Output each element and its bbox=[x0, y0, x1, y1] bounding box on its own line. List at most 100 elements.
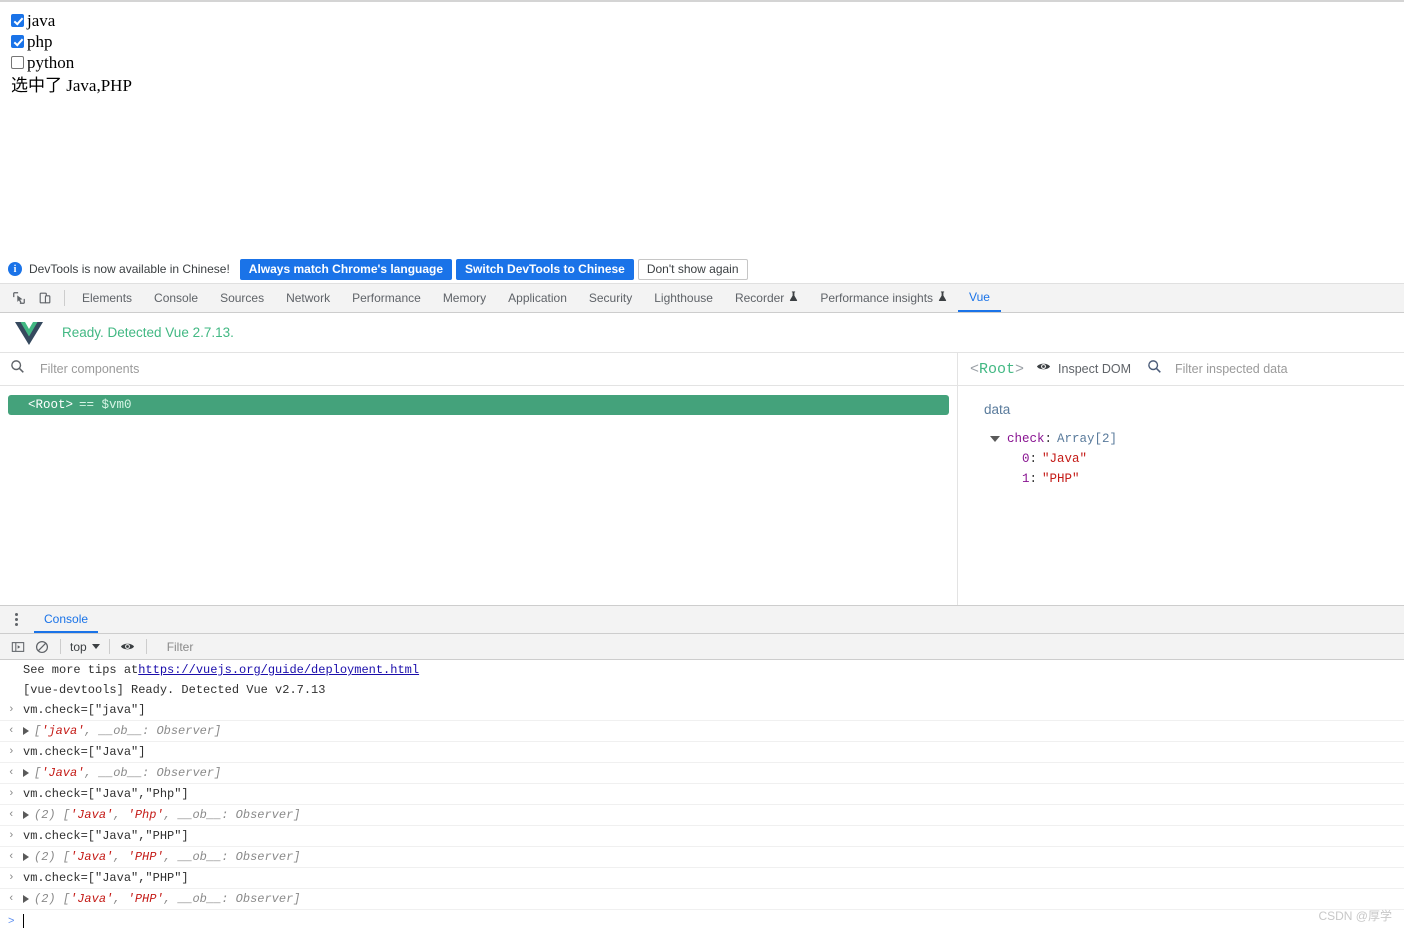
experimental-flask-icon bbox=[938, 284, 947, 312]
console-prompt-row[interactable]: > bbox=[0, 910, 1404, 931]
tab-memory[interactable]: Memory bbox=[432, 284, 497, 312]
console-output-message: ‹ ['Java', __ob__: Observer] bbox=[0, 763, 1404, 784]
drawer-tab-strip: Console bbox=[0, 606, 1404, 634]
vue-ready-status: Ready. Detected Vue 2.7.13. bbox=[62, 325, 234, 340]
execution-context-selector[interactable]: top bbox=[67, 640, 103, 654]
console-filter-input[interactable] bbox=[164, 638, 465, 655]
inspector-entry-check[interactable]: check: Array[2] bbox=[984, 429, 1404, 449]
tab-performance[interactable]: Performance bbox=[341, 284, 432, 312]
console-message-list: See more tips at https://vuejs.org/guide… bbox=[0, 660, 1404, 910]
tab-recorder[interactable]: Recorder bbox=[724, 284, 809, 312]
inspect-element-icon[interactable] bbox=[6, 286, 32, 310]
tab-elements[interactable]: Elements bbox=[71, 284, 143, 312]
console-output-message: ‹ (2) ['Java', 'Php', __ob__: Observer] bbox=[0, 805, 1404, 826]
message-text: [vue-devtools] Ready. Detected Vue v2.7.… bbox=[23, 683, 326, 697]
checkbox-row-java[interactable]: java bbox=[8, 10, 1396, 31]
toolbar-divider bbox=[64, 290, 65, 306]
tab-label: Vue bbox=[969, 290, 990, 304]
child-colon: : bbox=[1029, 472, 1038, 486]
child-index: 0 bbox=[1022, 452, 1030, 466]
tab-label: Sources bbox=[220, 291, 265, 305]
drawer-tab-console[interactable]: Console bbox=[34, 606, 99, 633]
child-value: "PHP" bbox=[1042, 472, 1080, 486]
live-expression-icon[interactable] bbox=[116, 636, 140, 658]
checkbox-python[interactable] bbox=[11, 56, 24, 69]
selection-result-text: 选中了 Java,PHP bbox=[11, 76, 132, 95]
child-colon: : bbox=[1029, 452, 1038, 466]
tab-list: Elements Console Sources Network Performance… bbox=[71, 284, 1001, 312]
checkbox-label-python: python bbox=[27, 53, 75, 72]
array-preview: (2) ['Java', 'PHP', __ob__: Observer] bbox=[34, 850, 301, 864]
web-page-viewport: java php python 选中了 Java,PHP bbox=[0, 0, 1404, 255]
search-icon bbox=[10, 359, 25, 379]
tab-label: Network bbox=[286, 291, 331, 305]
eye-icon[interactable] bbox=[1036, 359, 1051, 379]
checkbox-row-python[interactable]: python bbox=[8, 52, 1396, 73]
clear-console-icon[interactable] bbox=[30, 636, 54, 658]
child-index: 1 bbox=[1022, 472, 1030, 486]
text-cursor bbox=[23, 914, 24, 928]
inspector-title: <Root> bbox=[970, 360, 1025, 378]
search-icon[interactable] bbox=[1147, 359, 1162, 379]
inspect-dom-button[interactable]: Inspect DOM bbox=[1058, 362, 1131, 376]
toolbar-divider bbox=[145, 639, 147, 654]
tab-lighthouse[interactable]: Lighthouse bbox=[643, 284, 724, 312]
experimental-flask-icon bbox=[789, 284, 798, 312]
tab-application[interactable]: Application bbox=[497, 284, 578, 312]
more-options-icon[interactable] bbox=[6, 609, 26, 631]
caret-down-icon[interactable] bbox=[990, 436, 1000, 442]
component-filter-input[interactable] bbox=[38, 361, 338, 377]
component-vm-alias: == $vm0 bbox=[79, 398, 132, 412]
switch-to-chinese-button[interactable]: Switch DevTools to Chinese bbox=[456, 258, 634, 280]
checkbox-php[interactable] bbox=[11, 35, 24, 48]
inspector-child-1: 1: "PHP" bbox=[984, 469, 1404, 489]
tab-label: Security bbox=[588, 291, 633, 305]
array-preview: (2) ['Java', 'Php', __ob__: Observer] bbox=[34, 808, 301, 822]
prompt-caret-icon: > bbox=[8, 915, 15, 927]
console-info-message: [vue-devtools] Ready. Detected Vue v2.7.… bbox=[0, 680, 1404, 700]
tab-vue[interactable]: Vue bbox=[958, 284, 1001, 312]
checkbox-row-php[interactable]: php bbox=[8, 31, 1396, 52]
inspector-content: data check: Array[2] 0: "Java" 1: "PHP" bbox=[958, 386, 1404, 489]
message-text: See more tips at bbox=[23, 663, 139, 677]
console-toolbar: top bbox=[0, 634, 1404, 660]
input-gutter-icon: › bbox=[8, 872, 15, 884]
output-value: ['Java', __ob__: Observer] bbox=[23, 763, 1404, 783]
tab-console[interactable]: Console bbox=[143, 284, 209, 312]
input-expression: vm.check=["Java"] bbox=[23, 745, 146, 759]
component-tree-row-root[interactable]: <Root> == $vm0 bbox=[8, 395, 949, 415]
input-expression: vm.check=["java"] bbox=[23, 703, 146, 717]
tab-security[interactable]: Security bbox=[578, 284, 643, 312]
tab-label: Application bbox=[508, 291, 567, 305]
expand-arrow-icon[interactable] bbox=[23, 726, 29, 735]
dont-show-again-button[interactable]: Don't show again bbox=[637, 258, 748, 280]
tab-network[interactable]: Network bbox=[275, 284, 341, 312]
devtools-screenshot: java php python 选中了 Java,PHP i DevTools is… bbox=[0, 0, 1404, 931]
tab-sources[interactable]: Sources bbox=[209, 284, 275, 312]
output-value: (2) ['Java', 'Php', __ob__: Observer] bbox=[23, 805, 1404, 825]
component-tree-pane: <Root> == $vm0 bbox=[0, 353, 958, 605]
expand-arrow-icon[interactable] bbox=[23, 768, 29, 777]
tab-label: Performance bbox=[352, 291, 421, 305]
toolbar-divider bbox=[108, 639, 110, 654]
vue-panel-body: <Root> == $vm0 <Root> Inspect DOM bbox=[0, 353, 1404, 605]
input-expression: vm.check=["Java","Php"] bbox=[23, 787, 189, 801]
always-match-language-button[interactable]: Always match Chrome's language bbox=[239, 258, 453, 280]
expand-arrow-icon[interactable] bbox=[23, 894, 29, 903]
console-sidebar-icon[interactable] bbox=[6, 636, 30, 658]
devtools-tab-strip: Elements Console Sources Network Performance… bbox=[0, 284, 1404, 313]
device-toolbar-icon[interactable] bbox=[32, 286, 58, 310]
tab-label: Console bbox=[154, 291, 199, 305]
expand-arrow-icon[interactable] bbox=[23, 810, 29, 819]
deployment-guide-link[interactable]: https://vuejs.org/guide/deployment.html bbox=[138, 660, 419, 680]
component-filter-row bbox=[0, 353, 957, 386]
execution-context-value: top bbox=[70, 639, 87, 654]
output-gutter-icon: ‹ bbox=[8, 767, 15, 779]
input-expression: vm.check=["Java","PHP"] bbox=[23, 829, 189, 843]
expand-arrow-icon[interactable] bbox=[23, 852, 29, 861]
inspected-data-filter-input[interactable] bbox=[1172, 361, 1403, 377]
output-gutter-icon: ‹ bbox=[8, 893, 15, 905]
checkbox-java[interactable] bbox=[11, 14, 24, 27]
tab-performance-insights[interactable]: Performance insights bbox=[809, 284, 958, 312]
inspector-section-label: data bbox=[984, 402, 1011, 417]
